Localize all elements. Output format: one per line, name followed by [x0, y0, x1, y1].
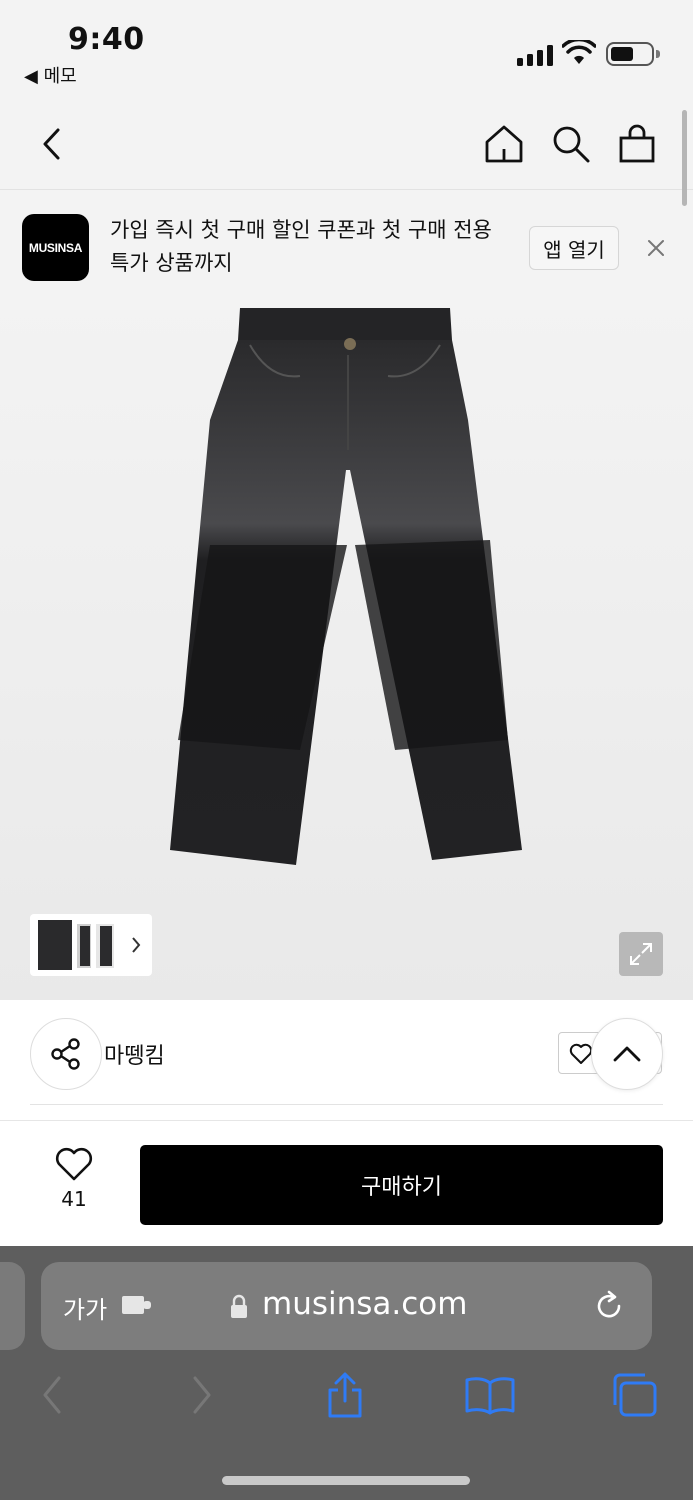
bookmarks-button[interactable] — [460, 1370, 520, 1420]
share-button[interactable] — [30, 1018, 102, 1090]
share-button[interactable] — [315, 1370, 375, 1420]
url-text[interactable]: musinsa.com — [262, 1286, 467, 1322]
like-count: 41 — [61, 1187, 87, 1211]
tabs-button[interactable] — [604, 1370, 664, 1420]
buy-bar: 41 구매하기 — [0, 1120, 693, 1246]
expand-icon — [630, 943, 652, 965]
browser-forward-button[interactable] — [172, 1370, 232, 1420]
bookmarks-icon — [465, 1377, 515, 1415]
jeans-image[interactable] — [150, 300, 550, 880]
home-icon — [485, 125, 523, 163]
previous-tab-preview[interactable] — [0, 1262, 25, 1350]
home-indicator[interactable] — [222, 1476, 470, 1485]
browser-back-button[interactable] — [22, 1370, 82, 1420]
back-icon — [43, 1376, 61, 1414]
tabs-icon — [613, 1373, 657, 1417]
browser-bottom-bar: 가가 musinsa.com — [0, 1246, 693, 1500]
wifi-icon — [562, 40, 596, 64]
back-to-app-link[interactable]: ◀ 메모 — [24, 62, 77, 88]
heart-icon — [55, 1147, 93, 1181]
lock-icon — [231, 1294, 247, 1318]
open-app-button[interactable]: 앱 열기 — [529, 226, 619, 270]
reload-icon[interactable] — [591, 1288, 627, 1324]
buy-button[interactable]: 구매하기 — [140, 1145, 663, 1225]
extension-icon[interactable] — [121, 1294, 155, 1316]
search-icon — [553, 126, 590, 163]
signal-icon — [517, 44, 553, 66]
close-icon[interactable] — [640, 232, 672, 264]
battery-icon — [606, 42, 660, 66]
back-icon — [43, 128, 60, 160]
bag-button[interactable] — [611, 118, 663, 170]
back-button[interactable] — [26, 118, 78, 170]
expand-button[interactable] — [619, 932, 663, 976]
share-icon — [328, 1372, 362, 1418]
forward-icon — [193, 1376, 211, 1414]
status-bar: 9:40 ◀ 메모 — [0, 0, 693, 100]
musinsa-logo: MUSINSA — [22, 214, 89, 281]
banner-text: 가입 즉시 첫 구매 할인 쿠폰과 첫 구매 전용 특가 상품까지 — [110, 218, 492, 275]
heart-icon — [569, 1043, 593, 1064]
nav-bar — [0, 100, 693, 190]
product-info-row: 마뗑킴 — [0, 1000, 693, 1120]
jeans-thumbnail — [38, 920, 141, 970]
chevron-up-icon — [613, 1046, 641, 1062]
home-button[interactable] — [478, 118, 530, 170]
like-button[interactable]: 41 — [44, 1147, 104, 1227]
thumbnail-strip[interactable] — [30, 914, 152, 976]
product-image-area — [0, 300, 693, 1000]
search-button[interactable] — [545, 118, 597, 170]
bag-icon — [619, 124, 655, 163]
scroll-top-button[interactable] — [591, 1018, 663, 1090]
brand-name[interactable]: 마뗑킴 — [104, 1038, 165, 1070]
address-bar[interactable]: 가가 musinsa.com — [41, 1262, 652, 1350]
text-size-button[interactable]: 가가 — [63, 1290, 107, 1325]
divider — [30, 1104, 663, 1105]
share-nodes-icon — [51, 1038, 80, 1070]
status-time: 9:40 — [68, 22, 145, 57]
app-banner: MUSINSA 가입 즉시 첫 구매 할인 쿠폰과 첫 구매 전용 특가 상품까… — [0, 190, 693, 300]
